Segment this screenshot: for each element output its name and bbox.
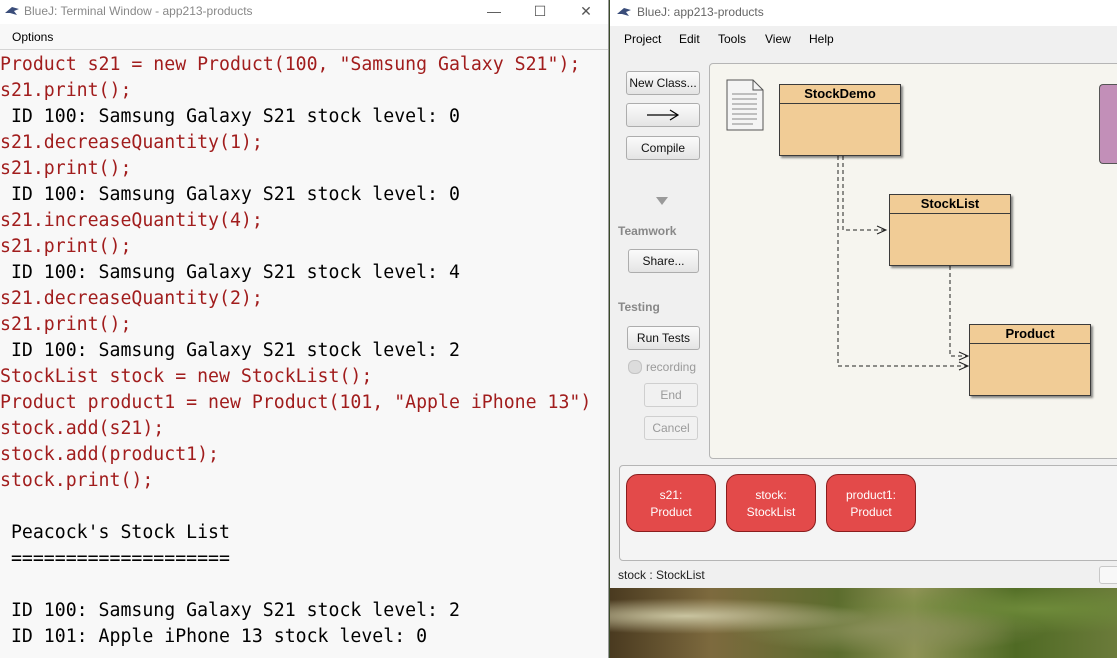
recording-indicator-icon (628, 360, 642, 374)
object-product1[interactable]: product1: Product (826, 474, 916, 532)
arrow-right-icon (647, 109, 680, 121)
menu-edit[interactable]: Edit (679, 32, 700, 46)
object-type: StockList (746, 505, 796, 519)
object-type: Product (650, 505, 692, 519)
bluej-main-window: BlueJ: app213-products Project Edit Tool… (610, 0, 1117, 588)
object-name: stock: (755, 488, 787, 502)
bluej-bird-icon (617, 8, 631, 16)
console-input-line: s21.decreaseQuantity(1); (0, 132, 263, 153)
new-class-button[interactable]: New Class... (626, 71, 700, 95)
bluej-menu-bar: Project Edit Tools View Help (610, 30, 1117, 50)
cancel-button[interactable]: Cancel (644, 416, 698, 440)
bluej-title-bar[interactable]: BlueJ: app213-products (610, 0, 1117, 26)
object-s21[interactable]: s21: Product (626, 474, 716, 532)
console-output-line: ID 101: Apple iPhone 13 stock level: 0 (0, 626, 428, 647)
recording-label: recording (646, 360, 697, 374)
run-tests-button[interactable]: Run Tests (627, 326, 700, 350)
terminal-window: BlueJ: Terminal Window - app213-products… (0, 0, 609, 658)
console-output-line: ID 100: Samsung Galaxy S21 stock level: … (0, 340, 460, 361)
object-type: Product (850, 505, 892, 519)
divider (0, 49, 608, 50)
object-name: product1: (845, 488, 897, 502)
console-input-line: s21.print(); (0, 158, 132, 179)
console-input-line: s21.print(); (0, 236, 132, 257)
terminal-menu-bar: Options (0, 28, 608, 48)
console-output-line: ==================== (0, 548, 230, 569)
arrow-stocklist-to-product (949, 266, 967, 357)
maximize-icon[interactable]: ☐ (517, 0, 563, 24)
console-input-line: Product s21 = new Product(100, "Samsung … (0, 54, 581, 75)
menu-help[interactable]: Help (809, 32, 834, 46)
status-bar-text: stock : StockList (618, 568, 705, 582)
minimize-icon[interactable]: — (471, 0, 517, 24)
console-input-line: s21.print(); (0, 314, 132, 335)
bluej-bird-icon (5, 7, 19, 15)
console-input-line: s21.decreaseQuantity(2); (0, 288, 263, 309)
teamwork-label: Teamwork (618, 224, 677, 238)
console-input-line: stock.print(); (0, 470, 154, 491)
end-button[interactable]: End (644, 383, 698, 407)
class-name: StockDemo (780, 85, 900, 104)
console-input-line: StockList stock = new StockList(); (0, 366, 373, 387)
menu-project[interactable]: Project (624, 32, 661, 46)
console-input-line: Product product1 = new Product(101, "App… (0, 392, 592, 413)
share-button[interactable]: Share... (628, 249, 699, 273)
console-output-line: ID 100: Samsung Galaxy S21 stock level: … (0, 600, 460, 621)
menu-options[interactable]: Options (12, 30, 53, 44)
compile-button[interactable]: Compile (626, 136, 700, 160)
class-diagram-canvas[interactable]: StockDemo StockList Product (709, 63, 1117, 459)
class-stocklist[interactable]: StockList (889, 194, 1011, 266)
desktop-background (610, 588, 1117, 658)
console-output-line: ID 100: Samsung Galaxy S21 stock level: … (0, 262, 460, 283)
console-input-line: s21.print(); (0, 80, 132, 101)
menu-view[interactable]: View (765, 32, 791, 46)
arrow-stockdemo-to-stocklist (842, 156, 885, 231)
object-bench: s21: Product stock: StockList product1: … (619, 465, 1117, 561)
terminal-title: BlueJ: Terminal Window - app213-products (24, 4, 253, 18)
class-stockdemo[interactable]: StockDemo (779, 84, 901, 156)
class-name: Product (970, 325, 1090, 344)
status-indicator (1099, 566, 1117, 584)
new-arrow-button[interactable] (626, 103, 700, 127)
console-output-line: ID 100: Samsung Galaxy S21 stock level: … (0, 106, 460, 127)
object-name: s21: (659, 488, 683, 502)
console-output-line: ID 100: Samsung Galaxy S21 stock level: … (0, 184, 460, 205)
console-input-line: stock.add(product1); (0, 444, 219, 465)
testing-label: Testing (618, 300, 660, 314)
class-product[interactable]: Product (969, 324, 1091, 396)
console-input-line: s21.increaseQuantity(4); (0, 210, 263, 231)
partial-class-box[interactable] (1099, 84, 1117, 164)
menu-tools[interactable]: Tools (718, 32, 746, 46)
console-output-line: Peacock's Stock List (0, 522, 230, 543)
class-name: StockList (890, 195, 1010, 214)
bluej-title: BlueJ: app213-products (637, 5, 764, 19)
terminal-title-bar[interactable]: BlueJ: Terminal Window - app213-products… (0, 0, 608, 24)
close-icon[interactable]: ✕ (563, 0, 608, 24)
console-input-line: stock.add(s21); (0, 418, 165, 439)
collapse-triangle-icon[interactable] (656, 197, 668, 205)
object-stock[interactable]: stock: StockList (726, 474, 816, 532)
terminal-output[interactable]: Product s21 = new Product(100, "Samsung … (0, 52, 608, 650)
